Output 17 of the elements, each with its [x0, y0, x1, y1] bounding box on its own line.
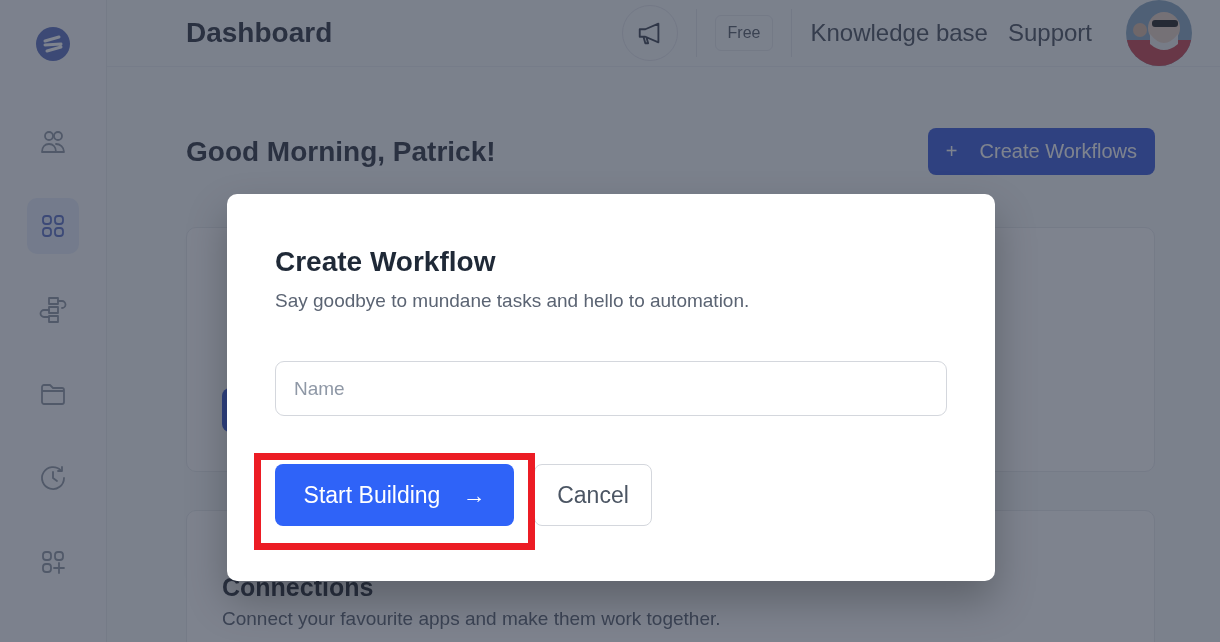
header-link[interactable]: Knowledge base	[810, 19, 988, 47]
card-description: Connect your favourite apps and make them work together.	[222, 608, 722, 630]
sidebar-item[interactable]	[27, 198, 79, 254]
cancel-button[interactable]: Cancel	[534, 464, 652, 526]
plan-badge: Free	[714, 15, 774, 51]
page-title: Dashboard	[186, 17, 334, 49]
card-title: Connections	[222, 573, 375, 602]
logo-icon	[35, 26, 71, 62]
workflow-icon	[38, 295, 68, 325]
start-building-button[interactable]: Start Building →	[275, 464, 514, 526]
create-workflows-button[interactable]: + Create Workflows	[927, 128, 1155, 175]
history-icon	[38, 463, 68, 493]
header-link[interactable]: Support	[1007, 19, 1092, 47]
dialog-title: Create Workflow	[275, 246, 497, 278]
dialog-subtitle: Say goodbye to mundane tasks and hello to automation.	[275, 290, 751, 312]
name-field[interactable]: Name	[275, 361, 947, 416]
greeting: Good Morning, Patrick!	[186, 135, 496, 168]
